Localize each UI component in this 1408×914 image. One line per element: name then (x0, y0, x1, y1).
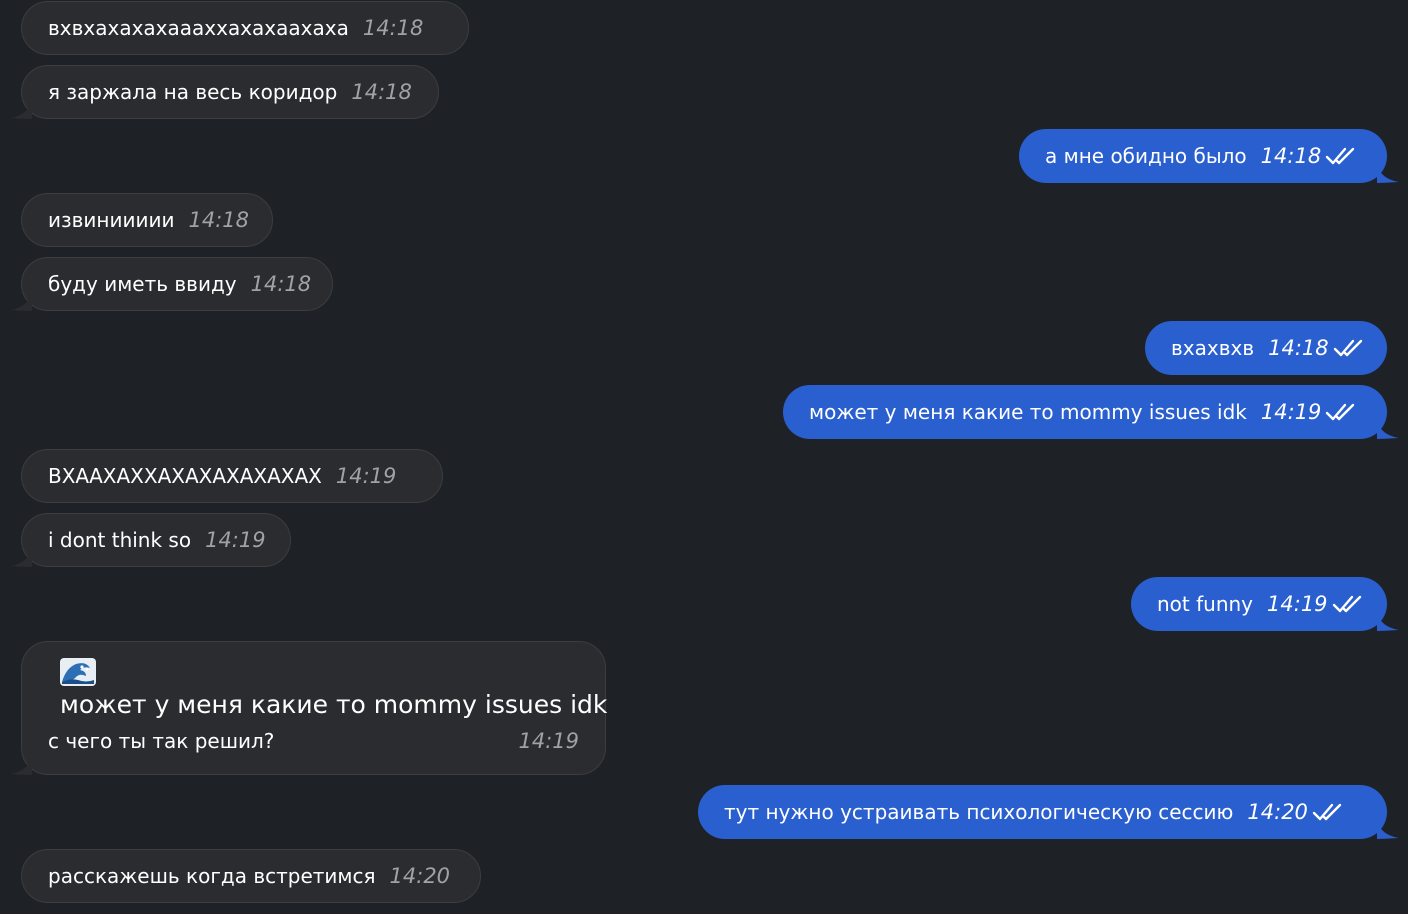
message-text: вхвхахахахаааххахахаахаха (48, 16, 349, 40)
double-check-icon (1312, 802, 1344, 822)
double-check-icon (1333, 338, 1365, 358)
message-bubble[interactable]: расскажешь когда встретимся 14:20 (21, 849, 481, 903)
chat-messages: вхвхахахахаааххахахаахаха 14:18 я заржал… (0, 0, 1408, 914)
message-text: с чего ты так решил? (48, 729, 275, 753)
incoming-message[interactable]: извиниииии 14:18 (21, 193, 273, 247)
message-time: 14:19 (1260, 400, 1322, 424)
message-time: 14:19 (518, 729, 579, 753)
message-bubble[interactable]: вхвхахахахаааххахахаахаха 14:18 (21, 1, 469, 55)
double-check-icon (1325, 402, 1357, 422)
message-bubble[interactable]: вхахвхв 14:18 (1145, 321, 1387, 375)
message-time: 14:18 (351, 80, 412, 104)
message-time: 14:20 (389, 864, 451, 888)
double-check-icon (1325, 146, 1357, 166)
incoming-message[interactable]: расскажешь когда встретимся 14:20 (21, 849, 481, 903)
message-time: 14:18 (1268, 336, 1329, 360)
incoming-message[interactable]: вхвхахахахаааххахахаахаха 14:18 (21, 1, 469, 55)
message-text: вхахвхв (1171, 336, 1255, 360)
incoming-reply-message[interactable]: может у меня какие то mommy issues idk с… (10, 641, 607, 775)
message-time: 14:18 (188, 208, 250, 232)
bubble-tail (1377, 613, 1399, 631)
message-time: 14:19 (335, 464, 397, 488)
bubble-tail (1377, 165, 1399, 183)
message-bubble[interactable]: я заржала на весь коридор 14:18 (10, 65, 439, 119)
message-text: расскажешь когда встретимся (48, 864, 376, 888)
message-bubble[interactable]: извиниииии 14:18 (21, 193, 273, 247)
outgoing-message[interactable]: может у меня какие то mommy issues idk 1… (783, 385, 1399, 439)
bubble-tail (10, 293, 32, 311)
message-time: 14:18 (250, 272, 312, 296)
outgoing-message[interactable]: а мне обидно было 14:18 (1019, 129, 1399, 183)
incoming-message[interactable]: я заржала на весь коридор 14:18 (10, 65, 439, 119)
message-time: 14:20 (1247, 800, 1308, 824)
incoming-message[interactable]: ВХААХАХХАХАХАХАХАХАХ 14:19 (21, 449, 443, 503)
message-text: а мне обидно было (1045, 144, 1247, 168)
quoted-message[interactable]: может у меня какие то mommy issues idk (48, 658, 607, 719)
message-bubble[interactable]: тут нужно устраивать психологическую сес… (698, 785, 1399, 839)
outgoing-message[interactable]: not funny 14:19 (1131, 577, 1399, 631)
bubble-tail (1377, 421, 1399, 439)
quoted-text: может у меня какие то mommy issues idk (60, 690, 608, 719)
message-text: извиниииии (48, 208, 175, 232)
bubble-tail (10, 101, 32, 119)
message-bubble[interactable]: буду иметь ввиду 14:18 (10, 257, 333, 311)
message-bubble[interactable]: not funny 14:19 (1131, 577, 1399, 631)
outgoing-message[interactable]: тут нужно устраивать психологическую сес… (698, 785, 1399, 839)
message-text: я заржала на весь коридор (48, 80, 338, 104)
wave-emoji-icon (60, 658, 96, 686)
message-text: not funny (1157, 592, 1254, 616)
message-text: тут нужно устраивать психологическую сес… (724, 800, 1234, 824)
message-text: может у меня какие то mommy issues idk (809, 400, 1247, 424)
message-text: ВХААХАХХАХАХАХАХАХАХ (48, 464, 322, 488)
message-time: 14:19 (205, 528, 266, 552)
message-time: 14:18 (362, 16, 424, 40)
message-time: 14:18 (1260, 144, 1322, 168)
message-text: i dont think so (48, 528, 192, 552)
message-text: буду иметь ввиду (48, 272, 237, 296)
outgoing-message[interactable]: вхахвхв 14:18 (1145, 321, 1387, 375)
bubble-tail (10, 549, 32, 567)
message-time: 14:19 (1267, 592, 1328, 616)
message-bubble[interactable]: а мне обидно было 14:18 (1019, 129, 1399, 183)
message-bubble[interactable]: может у меня какие то mommy issues idk с… (10, 641, 607, 775)
message-bubble[interactable]: i dont think so 14:19 (10, 513, 291, 567)
message-bubble[interactable]: может у меня какие то mommy issues idk 1… (783, 385, 1399, 439)
double-check-icon (1332, 594, 1364, 614)
incoming-message[interactable]: i dont think so 14:19 (10, 513, 291, 567)
message-bubble[interactable]: ВХААХАХХАХАХАХАХАХАХ 14:19 (21, 449, 443, 503)
bubble-tail (10, 757, 32, 775)
incoming-message[interactable]: буду иметь ввиду 14:18 (10, 257, 333, 311)
bubble-tail (1377, 821, 1399, 839)
